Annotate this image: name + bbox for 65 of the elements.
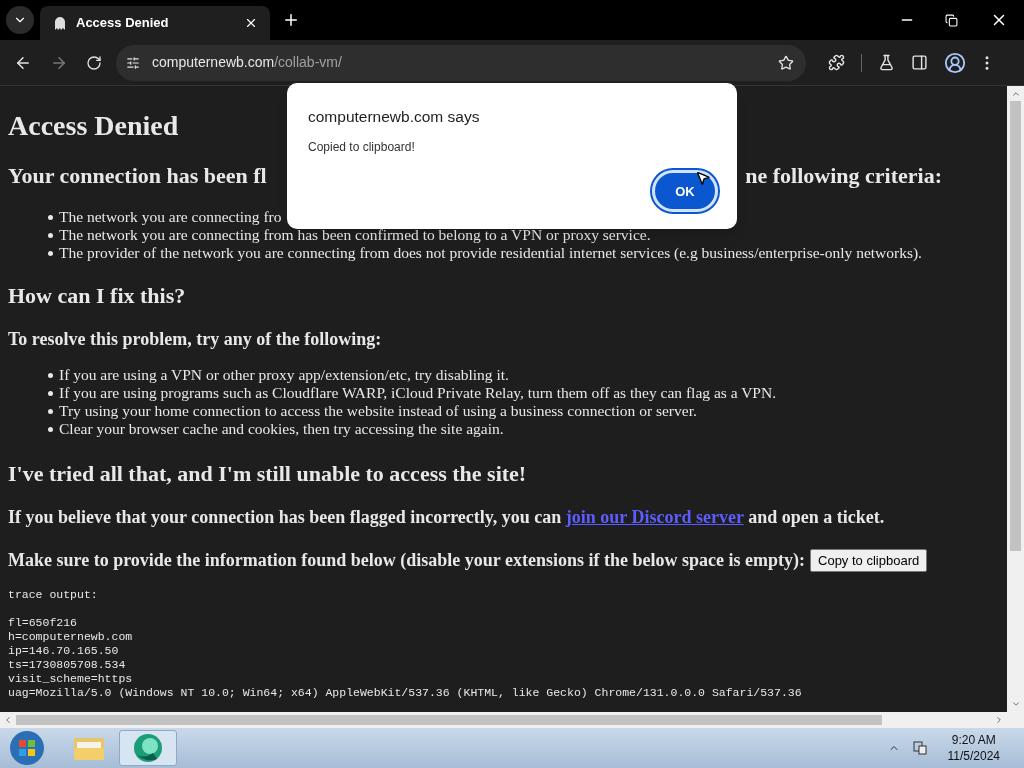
- bullet-icon: [48, 232, 53, 238]
- trace-line: fl=650f216: [8, 616, 77, 630]
- trace-line: trace output:: [8, 588, 98, 602]
- paragraph: Make sure to provide the information found below (disable your extensions if the below space is empty):: [8, 549, 805, 572]
- address-bar[interactable]: computernewb.com/collab-vm/: [116, 44, 806, 81]
- trace-line: visit_scheme=https: [8, 672, 133, 686]
- trace-line: ts=1730805708.534: [8, 658, 126, 672]
- list-item-text: The network you are connecting fro: [59, 208, 282, 226]
- taskbar-app-button[interactable]: [119, 730, 177, 766]
- bullet-icon: [48, 408, 53, 414]
- list-item-text: The network you are connecting from has been confirmed to belong to a VPN or proxy service.: [59, 226, 651, 244]
- bullet-icon: [48, 250, 53, 256]
- mouse-cursor-icon: [695, 170, 711, 186]
- scroll-right-icon[interactable]: [994, 715, 1004, 725]
- bullet-icon: [48, 426, 53, 432]
- new-tab-icon[interactable]: [282, 11, 300, 29]
- browser-icon: [133, 733, 163, 763]
- bullet-icon: [48, 214, 53, 220]
- page-heading: Access Denied: [8, 110, 179, 142]
- list-item-text: If you are using programs such as Cloudflare WARP, iCloud Private Relay, turn them off as they can flag as a VPN.: [59, 384, 777, 402]
- dialog-message: Copied to clipboard!: [308, 139, 416, 157]
- ghost-icon: [52, 15, 68, 31]
- vertical-scrollbar[interactable]: [1007, 86, 1024, 728]
- bullet-icon: [48, 390, 53, 396]
- clock-date[interactable]: 11/5/2024: [947, 748, 1000, 764]
- profile-icon[interactable]: [944, 51, 966, 74]
- list-item-text: The provider of the network you are connecting from does not provide residential internet services (e.g business/enterprise-only networks).: [59, 244, 922, 262]
- start-orb-icon[interactable]: [9, 730, 45, 766]
- site-settings-icon[interactable]: [126, 55, 140, 70]
- trace-line: ip=146.70.165.50: [8, 644, 119, 658]
- scrollbar-thumb[interactable]: [1010, 101, 1021, 551]
- paragraph: If you believe that your connection has been flagged incorrectly, you can join our Discord server and open a ticket.: [8, 506, 885, 528]
- tab-search-button[interactable]: [6, 6, 34, 34]
- side-panel-icon[interactable]: [911, 54, 928, 71]
- close-icon[interactable]: [244, 16, 258, 30]
- scrollbar-thumb[interactable]: [16, 715, 882, 725]
- url-text: computernewb.com/collab-vm/: [152, 53, 342, 72]
- trace-line: h=computernewb.com: [8, 630, 133, 644]
- reload-icon[interactable]: [86, 54, 102, 71]
- scroll-left-icon[interactable]: [3, 715, 13, 725]
- restore-icon[interactable]: [945, 13, 958, 27]
- list-item-text: Try using your home connection to access the website instead of using a business connection or server.: [59, 402, 697, 420]
- discord-link[interactable]: join our Discord server: [565, 507, 744, 527]
- flask-icon[interactable]: [878, 54, 895, 71]
- list-item-text: Clear your browser cache and cookies, then try accessing the site again.: [59, 420, 504, 438]
- section-heading: How can I fix this?: [8, 282, 186, 310]
- bookmark-star-icon[interactable]: [778, 54, 794, 71]
- copy-button[interactable]: Copy to clipboard: [810, 548, 928, 573]
- extensions-icon[interactable]: [828, 54, 845, 71]
- subheading: To resolve this problem, try any of the following:: [8, 328, 382, 350]
- tab-title: Access Denied: [76, 14, 170, 33]
- bullet-icon: [48, 372, 53, 378]
- scroll-up-icon[interactable]: [1010, 89, 1021, 99]
- ok-button[interactable]: OK: [652, 170, 718, 213]
- trace-line: uag=Mozilla/5.0 (Windows NT 10.0; Win64; x64) AppleWebKit/537.36 (KHTML, like Gecko) Chrome/131.0.0.0 Safari/537.36: [8, 686, 802, 700]
- section-heading: I've tried all that, and I'm still unable to access the site!: [8, 460, 527, 488]
- section-heading: ne following criteria:: [745, 162, 942, 190]
- browser-tab[interactable]: Access Denied: [40, 6, 270, 40]
- list-item-text: If you are using a VPN or other proxy app/extension/etc, try disabling it.: [59, 366, 509, 384]
- horizontal-scrollbar[interactable]: [0, 712, 1007, 728]
- section-heading: Your connection has been fl: [8, 162, 267, 190]
- dialog-title: computernewb.com says: [308, 107, 481, 127]
- network-icon[interactable]: [911, 740, 928, 756]
- scroll-down-icon[interactable]: [1010, 699, 1021, 709]
- clock-time[interactable]: 9:20 AM: [951, 732, 996, 748]
